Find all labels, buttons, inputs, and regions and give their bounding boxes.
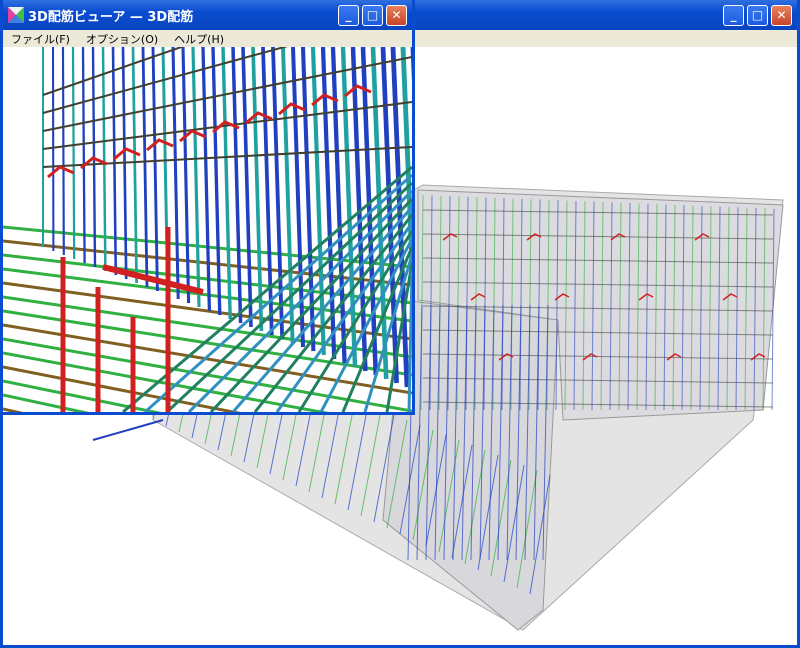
menubar: ファイル(F) オプション(O) ヘルプ(H)	[3, 30, 412, 47]
minimize-button[interactable]: _	[723, 4, 744, 26]
viewer-titlebar[interactable]: 3D配筋ビューア — 3D配筋 _ □ ✕	[3, 0, 412, 30]
close-button[interactable]: ✕	[771, 4, 792, 26]
rebar-vertical	[81, 47, 86, 264]
rebar-vertical	[61, 47, 65, 256]
maximize-button[interactable]: □	[747, 4, 768, 26]
menu-help[interactable]: ヘルプ(H)	[166, 31, 232, 47]
app-icon	[8, 7, 24, 23]
viewer-window: 3D配筋ビューア — 3D配筋 _ □ ✕ ファイル(F) オプション(O) ヘ…	[0, 0, 415, 415]
rebar-vertical	[71, 47, 76, 260]
3d-closeup-view[interactable]	[3, 47, 412, 412]
menu-options[interactable]: オプション(O)	[78, 31, 166, 47]
close-button[interactable]: ✕	[386, 4, 407, 26]
window-title: 3D配筋ビューア — 3D配筋	[28, 9, 194, 25]
menu-file[interactable]: ファイル(F)	[3, 31, 78, 47]
axis-line	[92, 419, 164, 441]
maximize-button[interactable]: □	[362, 4, 383, 26]
minimize-button[interactable]: _	[338, 4, 359, 26]
